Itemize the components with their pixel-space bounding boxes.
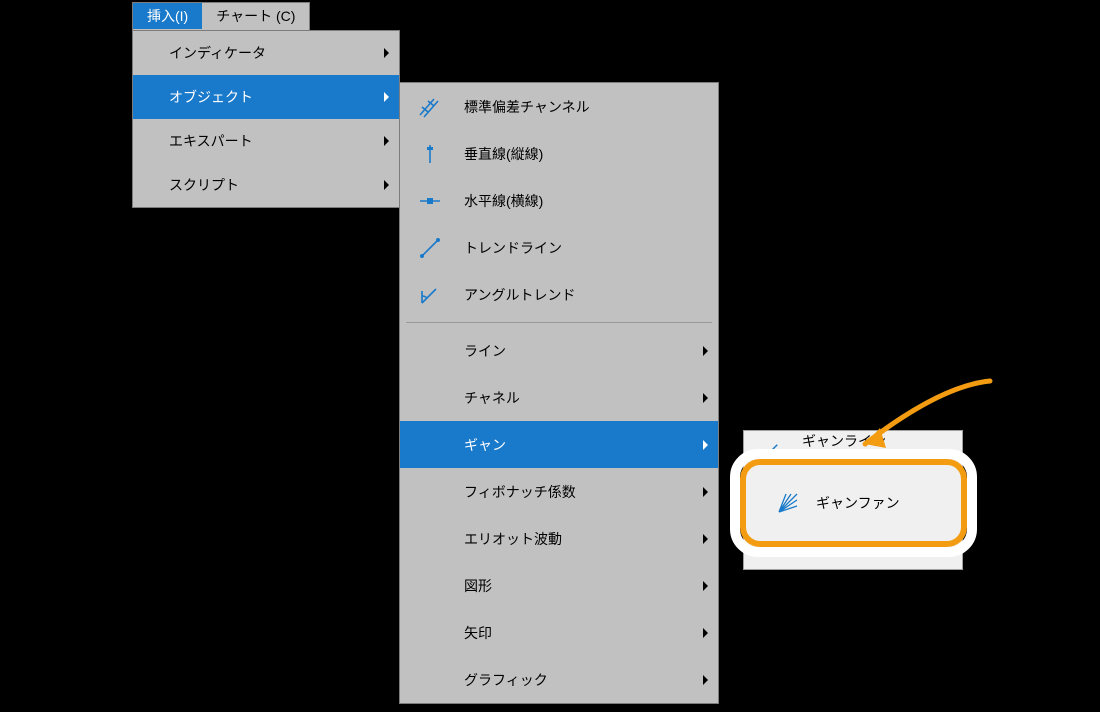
submenu-arrow-icon: [703, 440, 708, 450]
menu-item-label: グラフィック: [464, 670, 548, 690]
vertical-line-icon: [416, 140, 444, 168]
menu-item-label: スクリプト: [169, 175, 239, 195]
gann-submenu[interactable]: ギャンライン ギャンファン ギャングリッド: [743, 430, 963, 570]
gann-fan-icon: [758, 488, 782, 512]
menu-item-label: トレンドライン: [464, 238, 562, 258]
submenu-arrow-icon: [703, 393, 708, 403]
tab-chart[interactable]: チャート (C): [202, 3, 309, 29]
menu-item-graphics[interactable]: グラフィック: [400, 656, 718, 703]
menu-item-trend-line[interactable]: トレンドライン: [400, 224, 718, 271]
menu-separator: [406, 322, 712, 323]
menu-item-label: 垂直線(縦線): [464, 144, 543, 164]
menu-item-channels[interactable]: チャネル: [400, 374, 718, 421]
menu-item-label: 矢印: [464, 623, 492, 643]
menu-item-label: 水平線(横線): [464, 191, 543, 211]
gann-grid-icon: [758, 534, 782, 558]
submenu-arrow-icon: [703, 581, 708, 591]
menu-item-label: ギャンファン: [802, 479, 886, 495]
menu-item-gann[interactable]: ギャン: [400, 421, 718, 468]
menu-item-label: 図形: [464, 576, 492, 596]
menu-item-label: エキスパート: [169, 131, 253, 151]
menu-item-label: フィボナッチ係数: [464, 482, 576, 502]
menu-item-label: アングルトレンド: [464, 285, 575, 305]
menu-item-indicators[interactable]: インディケータ: [133, 31, 399, 75]
menu-item-gann-grid[interactable]: ギャングリッド: [744, 523, 962, 569]
menu-item-label: ライン: [464, 341, 506, 361]
objects-submenu[interactable]: 標準偏差チャンネル 垂直線(縦線) 水平線(横線) トレンドライン アングルトレ…: [399, 82, 719, 704]
submenu-arrow-icon: [703, 534, 708, 544]
submenu-arrow-icon: [384, 180, 389, 190]
menu-item-elliott[interactable]: エリオット波動: [400, 515, 718, 562]
menu-item-arrows[interactable]: 矢印: [400, 609, 718, 656]
stddev-channel-icon: [416, 93, 444, 121]
menu-item-label: エリオット波動: [464, 529, 562, 549]
menu-item-angle-trend[interactable]: アングルトレンド: [400, 271, 718, 318]
menu-item-label: ギャン: [464, 435, 506, 455]
tab-label: 挿入(I): [147, 6, 188, 26]
submenu-arrow-icon: [703, 675, 708, 685]
tab-insert[interactable]: 挿入(I): [133, 3, 202, 29]
menu-item-label: ギャングリッド: [802, 525, 900, 541]
submenu-arrow-icon: [384, 136, 389, 146]
menu-item-label: オブジェクト: [169, 87, 253, 107]
menu-item-gann-line[interactable]: ギャンライン: [744, 431, 962, 477]
menu-item-label: インディケータ: [169, 43, 266, 63]
menu-bar[interactable]: 挿入(I) チャート (C): [132, 2, 310, 32]
menu-item-objects[interactable]: オブジェクト: [133, 75, 399, 119]
menu-item-lines[interactable]: ライン: [400, 327, 718, 374]
submenu-arrow-icon: [384, 48, 389, 58]
menu-item-experts[interactable]: エキスパート: [133, 119, 399, 163]
menu-item-stddev-channel[interactable]: 標準偏差チャンネル: [400, 83, 718, 130]
menu-item-label: ギャンライン: [802, 433, 886, 449]
angle-trend-icon: [416, 281, 444, 309]
horizontal-line-icon: [416, 187, 444, 215]
menu-item-vertical-line[interactable]: 垂直線(縦線): [400, 130, 718, 177]
menu-item-shapes[interactable]: 図形: [400, 562, 718, 609]
menu-item-scripts[interactable]: スクリプト: [133, 163, 399, 207]
menu-item-horizontal-line[interactable]: 水平線(横線): [400, 177, 718, 224]
menu-item-label: チャネル: [464, 388, 520, 408]
menu-item-fibonacci[interactable]: フィボナッチ係数: [400, 468, 718, 515]
submenu-arrow-icon: [703, 346, 708, 356]
submenu-arrow-icon: [384, 92, 389, 102]
menu-item-label: 標準偏差チャンネル: [464, 97, 590, 117]
submenu-arrow-icon: [703, 628, 708, 638]
gann-line-icon: [758, 442, 782, 466]
submenu-arrow-icon: [703, 487, 708, 497]
tab-label: チャート (C): [216, 6, 295, 26]
trend-line-icon: [416, 234, 444, 262]
menu-item-gann-fan[interactable]: ギャンファン: [744, 477, 962, 523]
insert-menu[interactable]: インディケータ オブジェクト エキスパート スクリプト: [132, 30, 400, 208]
